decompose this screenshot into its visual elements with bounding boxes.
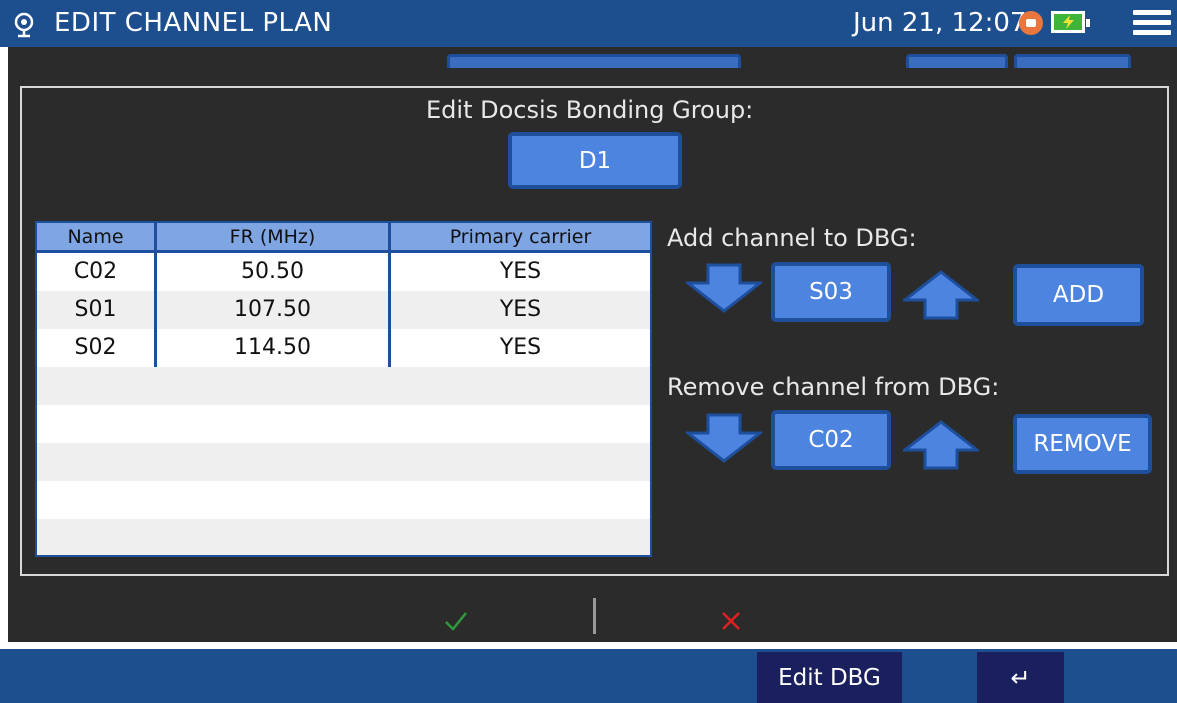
cell-primary: YES (499, 259, 542, 284)
divider (593, 598, 596, 634)
table-row-empty (37, 367, 650, 405)
menu-icon[interactable] (1133, 10, 1171, 36)
background-tab (1014, 54, 1131, 68)
cell-name: S01 (74, 297, 117, 322)
satellite-dish-icon (10, 10, 38, 38)
column-header-name[interactable]: Name (37, 223, 154, 250)
add-channel-label: Add channel to DBG: (667, 224, 917, 252)
table-row[interactable]: S02 114.50 YES (37, 329, 650, 367)
cell-primary: YES (499, 297, 542, 322)
remove-channel-selector[interactable]: C02 (771, 410, 891, 470)
channel-table: Name FR (MHz) Primary carrier C02 50.50 … (35, 221, 652, 557)
column-header-frequency[interactable]: FR (MHz) (157, 223, 388, 250)
remove-button[interactable]: REMOVE (1013, 414, 1152, 474)
dbg-heading: Edit Docsis Bonding Group: (426, 96, 754, 124)
table-row-empty (37, 443, 650, 481)
cell-frequency: 107.50 (234, 297, 311, 322)
arrow-up-icon[interactable] (900, 420, 982, 470)
background-tab (447, 54, 741, 68)
cell-name: C02 (73, 259, 118, 284)
dbg-selector-button[interactable]: D1 (508, 132, 682, 189)
table-header: Name FR (MHz) Primary carrier (37, 223, 650, 253)
cell-frequency: 50.50 (241, 259, 304, 284)
x-icon[interactable] (721, 611, 741, 631)
add-channel-selector[interactable]: S03 (771, 262, 891, 322)
background-tab (906, 54, 1008, 68)
checkmark-icon[interactable] (444, 609, 468, 633)
cell-frequency: 114.50 (234, 335, 311, 360)
table-row-empty (37, 481, 650, 519)
arrow-down-icon[interactable] (683, 263, 765, 313)
cell-primary: YES (499, 335, 542, 360)
column-separator (388, 223, 391, 367)
page-title: EDIT CHANNEL PLAN (54, 8, 333, 38)
table-row-empty (37, 405, 650, 443)
record-icon[interactable] (1019, 11, 1043, 35)
remove-channel-label: Remove channel from DBG: (667, 373, 1000, 401)
arrow-up-icon[interactable] (900, 270, 982, 320)
add-button[interactable]: ADD (1013, 264, 1144, 326)
column-header-primary[interactable]: Primary carrier (391, 223, 650, 250)
back-button[interactable]: ↵ (977, 652, 1064, 703)
edit-dbg-button[interactable]: Edit DBG (757, 652, 902, 703)
clock: Jun 21, 12:07 (853, 8, 1027, 38)
arrow-down-icon[interactable] (683, 413, 765, 463)
table-row[interactable]: S01 107.50 YES (37, 291, 650, 329)
cell-name: S02 (74, 335, 117, 360)
table-row-empty (37, 519, 650, 555)
table-row[interactable]: C02 50.50 YES (37, 253, 650, 291)
column-separator (154, 223, 157, 367)
battery-charging-icon (1051, 11, 1090, 33)
